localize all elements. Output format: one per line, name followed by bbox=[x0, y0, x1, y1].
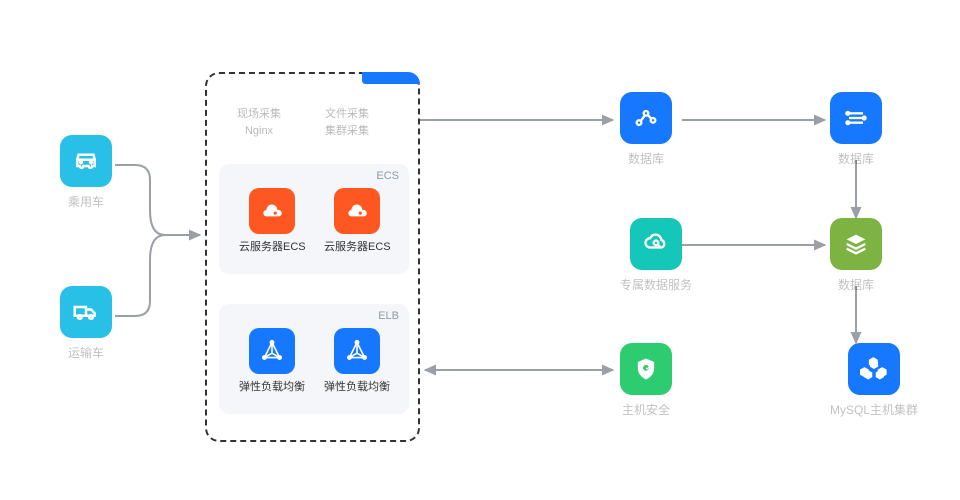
car-label: 乘用车 bbox=[68, 193, 104, 210]
container-tab bbox=[362, 72, 420, 84]
ecs-box: ECS 云服务器ECS 云服务器ECS bbox=[219, 164, 409, 274]
node-stream: 数据库 bbox=[830, 92, 882, 167]
elb-box: ELB 弹性负载均衡 弹性负载均衡 bbox=[219, 304, 409, 414]
ecs-item-2: 云服务器ECS bbox=[324, 188, 391, 254]
layers-icon bbox=[830, 218, 882, 270]
cluster-label: MySQL主机集群 bbox=[830, 401, 918, 418]
node-layers: 数据库 bbox=[830, 218, 882, 293]
analytics-icon bbox=[620, 92, 672, 144]
node-car: 乘用车 bbox=[60, 135, 112, 210]
analytics-label: 数据库 bbox=[628, 150, 664, 167]
ecs-item-1: 云服务器ECS bbox=[239, 188, 306, 254]
shield-icon bbox=[620, 343, 672, 395]
elb-item-1: 弹性负载均衡 bbox=[239, 328, 305, 394]
elb-icon bbox=[334, 328, 380, 374]
text-block-2: 文件采集集群采集 bbox=[325, 106, 369, 139]
stream-icon bbox=[830, 92, 882, 144]
text-block-1: 现场采集Nginx bbox=[237, 106, 281, 139]
ecs-icon bbox=[334, 188, 380, 234]
ecs-icon bbox=[249, 188, 295, 234]
node-analytics: 数据库 bbox=[620, 92, 672, 167]
truck-label: 运输车 bbox=[68, 344, 104, 361]
node-truck: 运输车 bbox=[60, 286, 112, 361]
truck-icon bbox=[60, 286, 112, 338]
connections bbox=[0, 0, 960, 500]
center-container: 现场采集Nginx 文件采集集群采集 ECS 云服务器ECS 云服务器ECS E… bbox=[205, 72, 420, 442]
elb-item-2: 弹性负载均衡 bbox=[324, 328, 390, 394]
cloud-search-icon bbox=[630, 218, 682, 270]
cloud-search-label: 专属数据服务 bbox=[620, 276, 692, 293]
car-icon bbox=[60, 135, 112, 187]
node-shield: 主机安全 bbox=[620, 343, 672, 418]
layers-label: 数据库 bbox=[838, 276, 874, 293]
node-cloud-search: 专属数据服务 bbox=[620, 218, 692, 293]
cluster-icon bbox=[848, 343, 900, 395]
ecs-tag: ECS bbox=[376, 170, 399, 182]
node-cluster: MySQL主机集群 bbox=[830, 343, 918, 418]
elb-tag: ELB bbox=[378, 310, 399, 322]
stream-label: 数据库 bbox=[838, 150, 874, 167]
shield-label: 主机安全 bbox=[622, 401, 670, 418]
elb-icon bbox=[249, 328, 295, 374]
